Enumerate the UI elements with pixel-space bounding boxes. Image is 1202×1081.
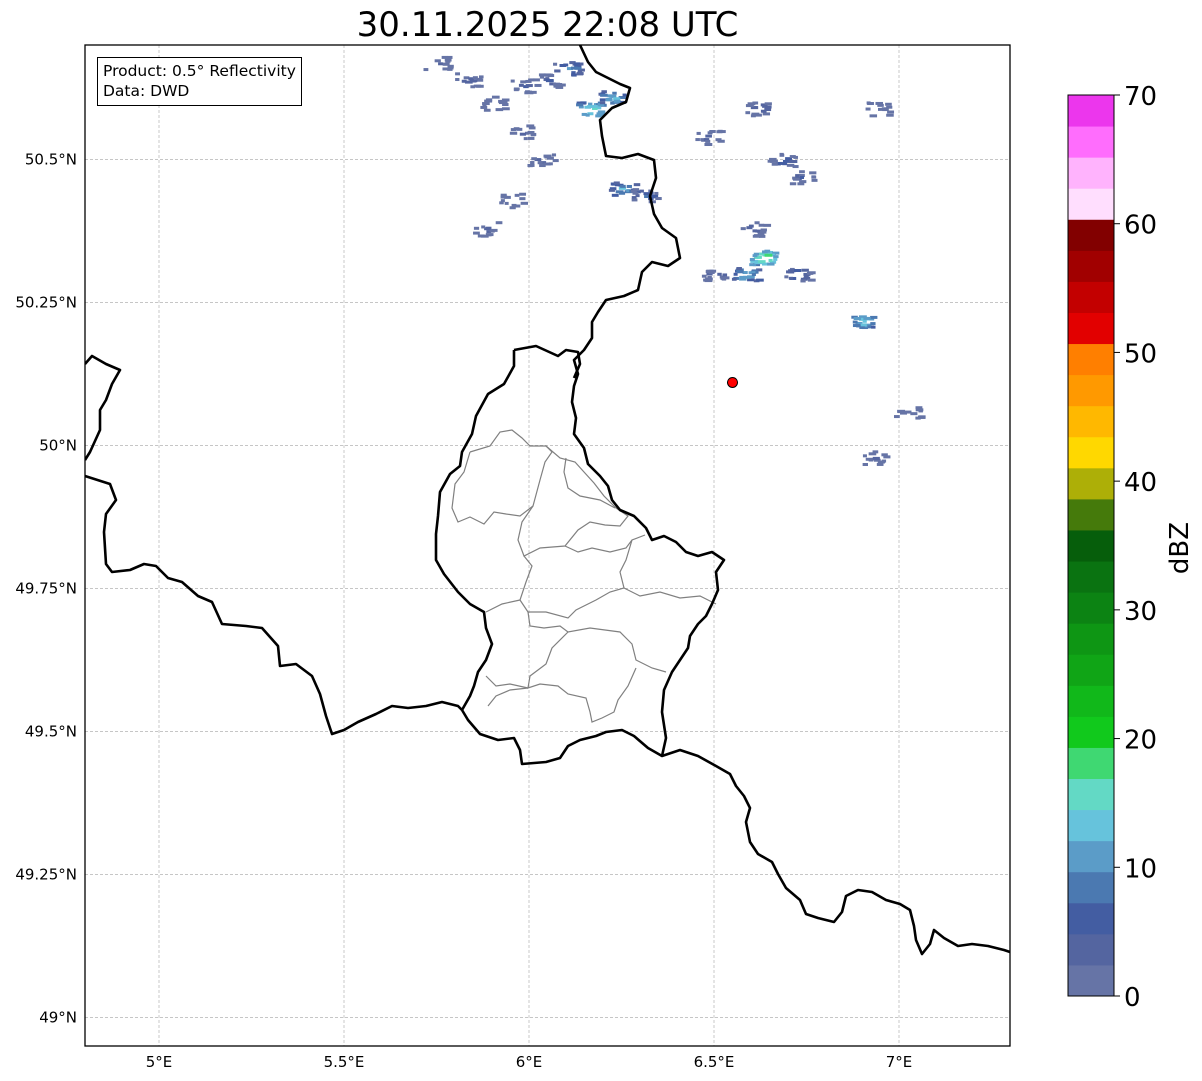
colorbar-segment (1068, 374, 1114, 407)
colorbar-segment (1068, 592, 1114, 624)
colorbar-segment (1068, 436, 1114, 469)
colorbar-tick-label: 0 (1124, 983, 1141, 1013)
colorbar-tick-label: 40 (1124, 468, 1157, 498)
colorbar-segment (1068, 902, 1114, 935)
colorbar-segment (1068, 312, 1114, 345)
colorbar-segment (1068, 126, 1114, 158)
colorbar-segment (1068, 654, 1114, 686)
colorbar-segment (1068, 933, 1114, 966)
colorbar-segment (1068, 188, 1114, 220)
colorbar-tick-label: 50 (1124, 339, 1157, 369)
colorbar-segments (1068, 95, 1114, 997)
colorbar-tick-label: 20 (1124, 726, 1157, 756)
colorbar-ticks: 0 10 20 30 40 50 60 70 (1114, 82, 1157, 1013)
colorbar-segment (1068, 623, 1114, 655)
colorbar-segment (1068, 467, 1114, 500)
colorbar-tick-label: 10 (1124, 854, 1157, 884)
colorbar-tick-label: 30 (1124, 597, 1157, 627)
colorbar-tick-label: 70 (1124, 82, 1157, 112)
colorbar-tick-label: 60 (1124, 211, 1157, 241)
colorbar: 0 10 20 30 40 50 60 70 dBZ (1067, 82, 1195, 1013)
colorbar-segment (1068, 498, 1114, 531)
colorbar-label: dBZ (1165, 522, 1195, 574)
colorbar-segment (1068, 250, 1114, 282)
colorbar-segment (1068, 343, 1114, 376)
colorbar-segment (1068, 840, 1114, 873)
colorbar-segment (1068, 716, 1114, 748)
colorbar-segment (1068, 157, 1114, 189)
colorbar-segment (1068, 809, 1114, 842)
colorbar-segment (1068, 778, 1114, 811)
colorbar-segment (1068, 685, 1114, 717)
colorbar-segment (1068, 747, 1114, 780)
colorbar-segment (1068, 219, 1114, 251)
colorbar-segment (1068, 405, 1114, 438)
colorbar-segment (1068, 95, 1114, 127)
colorbar-segment (1068, 281, 1114, 313)
colorbar-segment (1068, 964, 1114, 997)
colorbar-segment (1068, 561, 1114, 593)
colorbar-segment (1068, 871, 1114, 904)
colorbar-segment (1068, 529, 1114, 562)
